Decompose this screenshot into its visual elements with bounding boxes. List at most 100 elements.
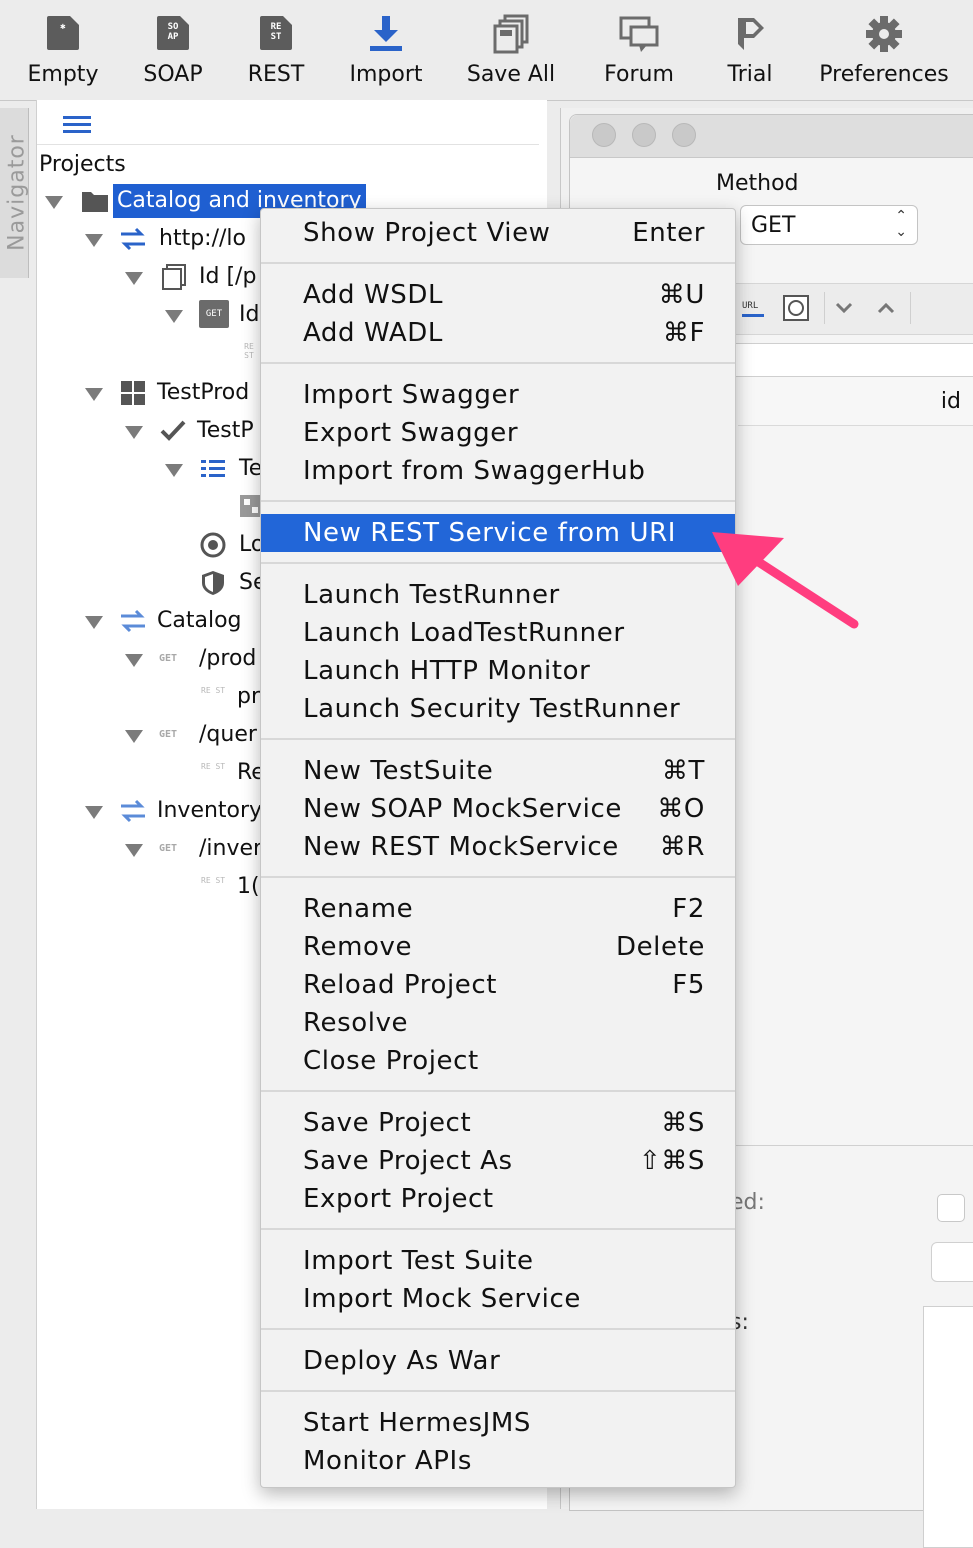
menu-item-new-soap-mockservice[interactable]: New SOAP MockService ⌘O bbox=[261, 790, 735, 828]
tree-row-quer[interactable]: GET /quer bbox=[37, 718, 297, 752]
menu-item-new-rest-service-from-uri[interactable]: New REST Service from URI bbox=[261, 514, 735, 552]
menu-item-launch-loadtestrunner[interactable]: Launch LoadTestRunner bbox=[261, 614, 735, 652]
method-select[interactable]: GET ⌃ ⌄ bbox=[740, 205, 918, 245]
endpoint-field[interactable] bbox=[730, 343, 973, 377]
menu-item-import-from-swaggerhub[interactable]: Import from SwaggerHub bbox=[261, 452, 735, 490]
forum-button[interactable]: Forum bbox=[590, 0, 688, 100]
menu-item-import-test-suite[interactable]: Import Test Suite bbox=[261, 1242, 735, 1280]
property-input[interactable] bbox=[931, 1242, 973, 1282]
rest-request-icon: RE ST bbox=[244, 342, 254, 360]
menu-item-reload-project[interactable]: Reload Project F5 bbox=[261, 966, 735, 1004]
menu-item-launch-http-monitor[interactable]: Launch HTTP Monitor bbox=[261, 652, 735, 690]
menu-item-launch-security-testrunner[interactable]: Launch Security TestRunner bbox=[261, 690, 735, 728]
menu-item-launch-testrunner[interactable]: Launch TestRunner bbox=[261, 576, 735, 614]
menu-item-rename[interactable]: Rename F2 bbox=[261, 890, 735, 928]
tree-row-method[interactable]: GET Id bbox=[37, 298, 297, 332]
url-icon[interactable]: URL bbox=[740, 296, 768, 322]
menu-item-save-project[interactable]: Save Project ⌘S bbox=[261, 1104, 735, 1142]
menu-item-export-project[interactable]: Export Project bbox=[261, 1180, 735, 1218]
menu-item-label: Export Swagger bbox=[303, 418, 519, 448]
shield-icon bbox=[202, 571, 224, 595]
empty-button-label: Empty bbox=[27, 62, 99, 87]
toolbar-separator bbox=[910, 292, 911, 324]
menu-item-import-mock-service[interactable]: Import Mock Service bbox=[261, 1280, 735, 1318]
menu-item-remove[interactable]: Remove Delete bbox=[261, 928, 735, 966]
tree-row-teststeps[interactable]: Te bbox=[37, 452, 297, 486]
tree-row-prod[interactable]: GET /prod bbox=[37, 642, 297, 676]
soap-project-button[interactable]: SO AP SOAP bbox=[128, 0, 218, 100]
save-all-button[interactable]: Save All bbox=[456, 0, 566, 100]
trial-button[interactable]: Trial bbox=[708, 0, 792, 100]
menu-item-import-swagger[interactable]: Import Swagger bbox=[261, 376, 735, 414]
expand-arrow-icon[interactable] bbox=[85, 388, 103, 401]
menu-item-deploy-as-war[interactable]: Deploy As War bbox=[261, 1342, 735, 1380]
tree-row-ten[interactable]: RE ST 1( bbox=[37, 870, 297, 904]
prod-label: /prod bbox=[199, 646, 257, 671]
expand-arrow-icon[interactable] bbox=[165, 464, 183, 477]
trial-button-label: Trial bbox=[727, 62, 773, 87]
menu-item-close-project[interactable]: Close Project bbox=[261, 1042, 735, 1080]
minimize-window-button[interactable] bbox=[632, 123, 656, 147]
quer-label: /quer bbox=[199, 722, 257, 747]
zoom-window-button[interactable] bbox=[672, 123, 696, 147]
method-value: GET bbox=[751, 213, 796, 238]
tree-row-service[interactable]: http://lo bbox=[37, 222, 297, 256]
inventory-label: Inventory bbox=[157, 798, 263, 823]
expand-arrow-icon[interactable] bbox=[125, 426, 143, 439]
menu-item-shortcut: ⌘R bbox=[659, 832, 705, 862]
chevron-down-icon[interactable] bbox=[834, 298, 854, 318]
get-method-icon: GET bbox=[159, 843, 178, 854]
tree-row-re[interactable]: RE ST Re bbox=[37, 756, 297, 790]
menu-item-resolve[interactable]: Resolve bbox=[261, 1004, 735, 1042]
menu-separator bbox=[261, 262, 735, 264]
tree-row-testcase[interactable]: TestP bbox=[37, 414, 297, 448]
tree-row-inventory[interactable]: Inventory bbox=[37, 794, 297, 828]
rest-project-button[interactable]: RE ST REST bbox=[232, 0, 320, 100]
empty-project-button[interactable]: ✱ Empty bbox=[16, 0, 110, 100]
navigator-side-tab[interactable]: Navigator bbox=[0, 108, 30, 278]
get-method-icon: GET bbox=[199, 300, 229, 328]
annotation-arrow bbox=[712, 532, 859, 629]
expand-arrow-icon[interactable] bbox=[165, 310, 183, 323]
menu-item-label: Rename bbox=[303, 894, 414, 924]
preferences-button[interactable]: Preferences bbox=[818, 0, 950, 100]
chevron-up-icon[interactable] bbox=[876, 298, 896, 318]
menu-item-shortcut: ⌘O bbox=[657, 794, 705, 824]
save-all-button-label: Save All bbox=[466, 62, 556, 87]
expand-arrow-icon[interactable] bbox=[125, 654, 143, 667]
close-window-button[interactable] bbox=[592, 123, 616, 147]
menu-item-add-wsdl[interactable]: Add WSDL ⌘U bbox=[261, 276, 735, 314]
menu-item-save-project-as[interactable]: Save Project As ⇧⌘S bbox=[261, 1142, 735, 1180]
expand-arrow-icon[interactable] bbox=[85, 616, 103, 629]
testsuite-grid-icon bbox=[121, 381, 145, 405]
refresh-icon[interactable] bbox=[782, 294, 810, 322]
property-checkbox[interactable] bbox=[937, 1194, 965, 1222]
menu-item-show-project-view[interactable]: Show Project View Enter bbox=[261, 214, 735, 252]
tree-row-pr[interactable]: RE ST pr bbox=[37, 680, 297, 714]
menu-item-new-testsuite[interactable]: New TestSuite ⌘T bbox=[261, 752, 735, 790]
expand-arrow-icon[interactable] bbox=[85, 806, 103, 819]
menu-item-start-hermesjms[interactable]: Start HermesJMS bbox=[261, 1404, 735, 1442]
menu-item-export-swagger[interactable]: Export Swagger bbox=[261, 414, 735, 452]
property-textarea[interactable] bbox=[923, 1306, 973, 1548]
service-endpoint: http://lo bbox=[159, 226, 246, 251]
tree-row-resource[interactable]: Id [/p bbox=[37, 260, 297, 294]
rest-service-icon bbox=[121, 799, 145, 823]
menu-separator bbox=[261, 1228, 735, 1230]
tree-row-catalog[interactable]: Catalog bbox=[37, 604, 297, 638]
expand-arrow-icon[interactable] bbox=[125, 730, 143, 743]
expand-arrow-icon[interactable] bbox=[125, 844, 143, 857]
tree-row-loadtests[interactable]: Lo bbox=[37, 528, 297, 562]
expand-arrow-icon[interactable] bbox=[125, 272, 143, 285]
menu-item-monitor-apis[interactable]: Monitor APIs bbox=[261, 1442, 735, 1480]
tree-row-inver[interactable]: GET /inver bbox=[37, 832, 297, 866]
tree-row-securitytests[interactable]: Se bbox=[37, 566, 297, 600]
menu-item-add-wadl[interactable]: Add WADL ⌘F bbox=[261, 314, 735, 352]
list-view-icon[interactable] bbox=[63, 114, 93, 136]
menu-separator bbox=[261, 500, 735, 502]
expand-arrow-icon[interactable] bbox=[85, 234, 103, 247]
import-button[interactable]: Import bbox=[336, 0, 436, 100]
tree-row-testsuite-project[interactable]: TestProd bbox=[37, 376, 297, 410]
menu-item-new-rest-mockservice[interactable]: New REST MockService ⌘R bbox=[261, 828, 735, 866]
expand-arrow-icon[interactable] bbox=[45, 196, 63, 209]
